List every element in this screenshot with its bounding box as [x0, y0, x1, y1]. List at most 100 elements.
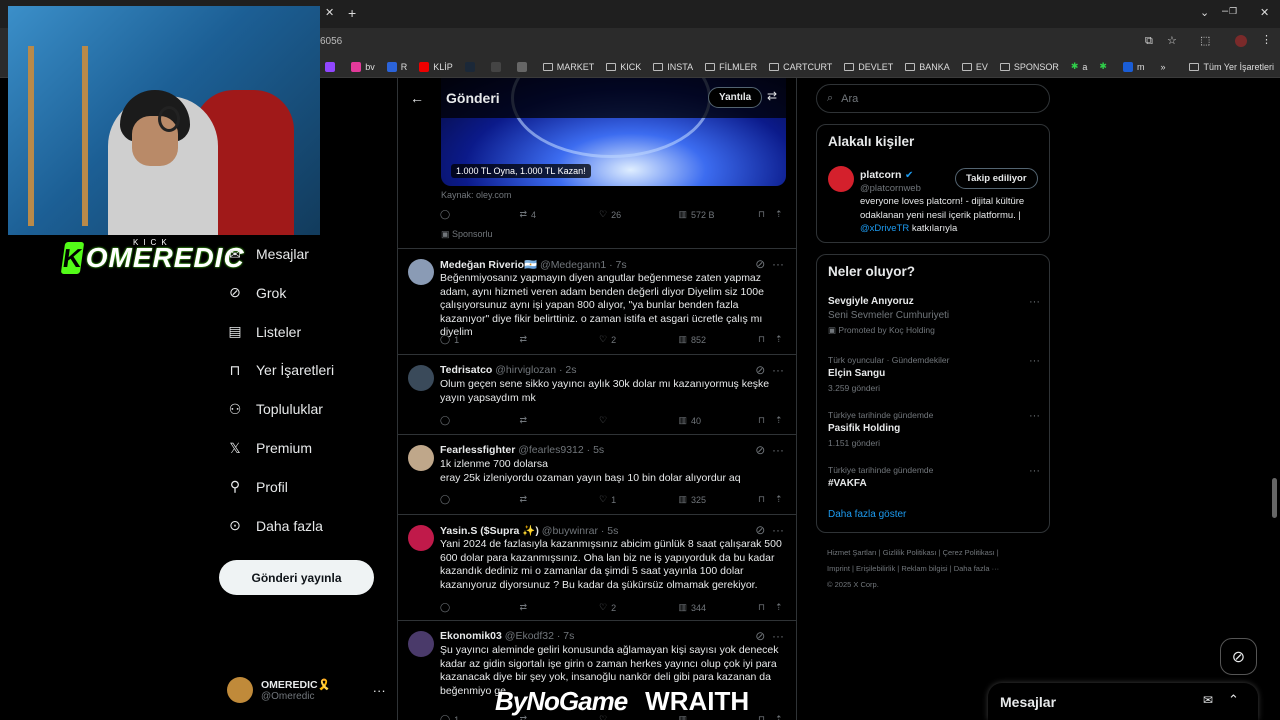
- like-action[interactable]: ♡ 2: [599, 334, 639, 345]
- address-bar[interactable]: 6056: [320, 36, 342, 47]
- bookmark-icon[interactable]: ⊓: [758, 209, 765, 220]
- avatar[interactable]: [408, 259, 434, 285]
- expand-icon[interactable]: ⌃: [1228, 692, 1239, 708]
- trend-item[interactable]: Türk oyuncular · Gündemdekiler Elçin Sang…: [828, 355, 1040, 393]
- back-arrow-icon[interactable]: ←: [410, 90, 424, 106]
- grok-floating-button[interactable]: ⊘: [1220, 638, 1257, 675]
- repost-action[interactable]: ⇄: [520, 494, 560, 505]
- avatar[interactable]: [408, 631, 434, 657]
- repost-action[interactable]: ⇄: [520, 602, 560, 613]
- account-switcher[interactable]: OMEREDIC🎗️ @Omeredic ···: [227, 675, 387, 705]
- tweet[interactable]: Tedrisatco @hirviglozan · 2s ⊘ ··· Olum ge…: [398, 355, 796, 435]
- trend-item[interactable]: Türkiye tarihinde gündemde Pasifik Holdin…: [828, 410, 1040, 448]
- author-name[interactable]: Medeğan Riverio🇦🇷: [440, 259, 537, 271]
- reply-action[interactable]: ◯: [440, 415, 480, 426]
- like-action[interactable]: ♡ 2: [599, 602, 639, 613]
- bookmark-item[interactable]: [511, 61, 537, 72]
- tweet-more-icon[interactable]: ⊘ ···: [755, 363, 784, 377]
- tweet-more-icon[interactable]: ⊘ ···: [755, 257, 784, 271]
- scrollbar-thumb[interactable]: [1272, 478, 1277, 518]
- minimize-icon[interactable]: –: [1222, 5, 1228, 17]
- new-tab-icon[interactable]: +: [348, 5, 356, 21]
- share-icon[interactable]: ⇡: [775, 602, 783, 613]
- bookmark-item[interactable]: ✱: [1093, 61, 1117, 72]
- trend-item[interactable]: Türkiye tarihinde gündemde #VAKFA ···: [828, 465, 1040, 489]
- search-input[interactable]: Ara: [841, 93, 858, 105]
- author-name[interactable]: Fearlessfighter: [440, 444, 515, 456]
- trend-more-icon[interactable]: ···: [1029, 410, 1040, 422]
- bookmark-item[interactable]: m: [1117, 61, 1151, 72]
- bookmark-item[interactable]: bv: [345, 61, 381, 72]
- footer-line[interactable]: Imprint | Erişilebilirlik | Reklam bilgi…: [827, 561, 1047, 577]
- avatar[interactable]: [828, 166, 854, 192]
- ad-reply[interactable]: ◯: [440, 209, 480, 220]
- tweet-more-icon[interactable]: ⊘ ···: [755, 443, 784, 457]
- share-icon[interactable]: ⇡: [775, 334, 783, 345]
- bookmark-item[interactable]: MARKET: [537, 62, 601, 72]
- extensions-icon[interactable]: ⬚: [1200, 34, 1210, 47]
- nav-item-bookmark[interactable]: ⊓ Yer İşaretleri: [226, 361, 335, 379]
- nav-item-person[interactable]: ⚲ Profil: [226, 478, 288, 496]
- bookmark-icon[interactable]: ⊓: [758, 334, 765, 345]
- share-icon[interactable]: ⇡: [775, 415, 783, 426]
- author-name[interactable]: Tedrisatco: [440, 364, 492, 376]
- ad-like[interactable]: ♡ 26: [599, 209, 639, 220]
- bookmark-item[interactable]: KLİP: [413, 61, 459, 72]
- close-window-icon[interactable]: ✕: [1260, 6, 1269, 19]
- nav-item-communities[interactable]: ⚇ Topluluklar: [226, 400, 323, 418]
- tweet-more-icon[interactable]: ⊘ ···: [755, 629, 784, 643]
- person-name[interactable]: platcorn: [860, 169, 901, 181]
- bookmark-item[interactable]: ✱ a: [1065, 61, 1094, 72]
- ad-source[interactable]: Kaynak: oley.com: [441, 190, 511, 200]
- reply-settings-icon[interactable]: ⇄: [767, 89, 777, 103]
- nav-item-mail[interactable]: ✉ Mesajlar: [226, 245, 309, 263]
- bookmark-item[interactable]: [485, 61, 511, 72]
- messages-drawer[interactable]: Mesajlar ✉ ⌃: [988, 683, 1258, 720]
- account-more-icon[interactable]: ···: [373, 683, 386, 698]
- bookmark-item[interactable]: R: [381, 61, 414, 72]
- trend-more-icon[interactable]: ···: [1029, 465, 1040, 477]
- avatar[interactable]: [408, 445, 434, 471]
- reply-button[interactable]: Yantıla: [708, 87, 763, 108]
- bookmark-item[interactable]: EV: [956, 62, 994, 72]
- close-tab-icon[interactable]: ✕: [325, 6, 334, 19]
- bio-link[interactable]: @xDriveTR: [860, 223, 909, 234]
- bookmark-item[interactable]: FİLMLER: [699, 62, 763, 72]
- like-action[interactable]: ♡ 1: [599, 494, 639, 505]
- bookmark-star-icon[interactable]: ☆: [1167, 34, 1177, 47]
- bookmark-item[interactable]: INSTA: [647, 62, 699, 72]
- repost-action[interactable]: ⇄: [520, 415, 560, 426]
- nav-item-list[interactable]: ▤ Listeler: [226, 323, 301, 341]
- bookmark-item[interactable]: DEVLET: [838, 62, 899, 72]
- bookmark-item[interactable]: [319, 61, 345, 72]
- following-button[interactable]: Takip ediliyor: [955, 168, 1038, 189]
- trend-more-icon[interactable]: ···: [1029, 296, 1040, 308]
- new-message-icon[interactable]: ✉: [1203, 693, 1213, 707]
- reply-action[interactable]: ◯ 1: [440, 334, 480, 345]
- share-icon[interactable]: ⇡: [775, 494, 783, 505]
- trend-item[interactable]: Sevgiyle Anıyoruz Seni Sevmeler Cumhuriye…: [828, 296, 1040, 336]
- nav-item-more-circle[interactable]: ⊙ Daha fazla: [226, 517, 323, 535]
- bookmark-item[interactable]: SPONSOR: [994, 62, 1065, 72]
- like-action[interactable]: ♡: [599, 415, 639, 426]
- views-action[interactable]: ▥ 325: [679, 494, 719, 505]
- author-name[interactable]: Yasin.S ($Supra ✨): [440, 525, 539, 537]
- nav-item-grok[interactable]: ⊘ Grok: [226, 284, 286, 302]
- footer-line[interactable]: Hizmet Şartları | Gizlilik Politikası | …: [827, 545, 1047, 561]
- bookmark-item[interactable]: KICK: [600, 62, 647, 72]
- share-icon[interactable]: ⇡: [775, 209, 783, 220]
- reply-action[interactable]: ◯: [440, 494, 480, 505]
- profile-avatar[interactable]: [1235, 35, 1247, 47]
- avatar[interactable]: [408, 525, 434, 551]
- bookmark-icon[interactable]: ⊓: [758, 415, 765, 426]
- post-button[interactable]: Gönderi yayınla: [219, 560, 374, 595]
- tweet[interactable]: Yasin.S ($Supra ✨) @buywinrar · 5s ⊘ ··· Y…: [398, 515, 796, 621]
- browser-menu-icon[interactable]: ⋮: [1261, 33, 1272, 46]
- nav-item-x-logo[interactable]: 𝕏 Premium: [226, 439, 312, 457]
- tweet[interactable]: Fearlessfighter @fearles9312 · 5s ⊘ ··· 1k…: [398, 435, 796, 515]
- restore-icon[interactable]: ❐: [1229, 6, 1237, 17]
- bookmark-icon[interactable]: ⊓: [758, 602, 765, 613]
- bookmark-item[interactable]: BANKA: [899, 62, 956, 72]
- bookmark-item[interactable]: CARTCURT: [763, 62, 838, 72]
- tweet[interactable]: Medeğan Riverio🇦🇷 @Medegann1 · 7s ⊘ ··· Be…: [398, 249, 796, 355]
